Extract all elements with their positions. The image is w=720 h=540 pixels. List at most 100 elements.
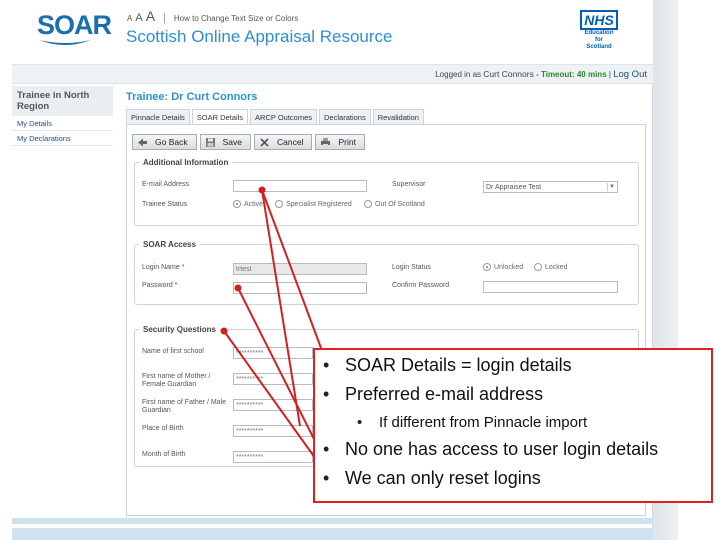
bullet-icon: •: [323, 439, 330, 459]
security-answer-field[interactable]: **********: [233, 451, 313, 463]
go-back-label: Go Back: [155, 137, 188, 147]
security-questions-legend: Security Questions: [143, 325, 216, 334]
login-name-label: Login Name *: [142, 264, 185, 271]
supervisor-select[interactable]: Dr Appraisee Test ▼: [483, 181, 618, 193]
status-radio-active[interactable]: Active: [233, 200, 263, 208]
print-button[interactable]: Print: [315, 134, 365, 150]
print-label: Print: [338, 137, 356, 147]
logged-in-as-label: Logged in as: [435, 70, 482, 79]
login-status-bar: Logged in as Curt Connors - Timeout: 40 …: [12, 64, 653, 84]
trainee-status-label: Trainee Status: [142, 201, 188, 208]
status-option-active: Active: [244, 200, 264, 208]
security-answer-field[interactable]: **********: [233, 399, 313, 411]
timeout-value: 40 mins: [576, 70, 607, 79]
soar-logo[interactable]: SOAR: [37, 10, 112, 41]
supervisor-selected-value: Dr Appraisee Test: [486, 184, 542, 191]
sidebar: Trainee in North Region My Details My De…: [12, 86, 113, 540]
timeout-label: - Timeout:: [536, 70, 575, 79]
security-question-label: Name of first school: [142, 348, 204, 355]
nhs-logo-line1: Education: [584, 30, 614, 36]
logo-swoosh-icon: [39, 40, 91, 45]
status-option-out-of-scotland: Out Of Scotland: [375, 200, 425, 208]
radio-icon: [534, 263, 542, 271]
login-status-option-locked: Locked: [545, 263, 568, 271]
password-label: Password *: [142, 282, 178, 289]
cancel-label: Cancel: [276, 137, 304, 147]
header-divider: |: [163, 12, 166, 24]
callout-bullet-2: • Preferred e-mail address: [323, 384, 543, 405]
callout-bullet-1: • SOAR Details = login details: [323, 355, 572, 376]
login-status-option-unlocked: Unlocked: [494, 263, 524, 271]
tab-soar-details[interactable]: SOAR Details: [191, 109, 249, 124]
tab-arcp-outcomes[interactable]: ARCP Outcomes: [250, 109, 318, 124]
logged-in-user: Curt Connors: [483, 69, 534, 79]
back-arrow-icon: [138, 138, 147, 146]
confirm-password-field[interactable]: [483, 281, 618, 293]
security-question-label: First name of Mother / Female Guardian: [142, 373, 211, 388]
bullet-icon: •: [323, 384, 330, 404]
callout-sub-bullet: • If different from Pinnacle import: [357, 414, 587, 431]
text-size-small-button[interactable]: A: [127, 14, 132, 23]
cancel-button[interactable]: Cancel: [253, 134, 313, 150]
tab-bar: Pinnacle Details SOAR Details ARCP Outco…: [126, 109, 426, 124]
login-name-field[interactable]: trtest: [233, 263, 367, 275]
login-status-radio-locked[interactable]: Locked: [534, 263, 568, 271]
confirm-password-label: Confirm Password: [392, 282, 450, 289]
footer-stripe: [12, 528, 653, 540]
go-back-button[interactable]: Go Back: [132, 134, 197, 150]
email-label: E-mail Address: [142, 181, 190, 188]
sidebar-region-title: Trainee in North Region: [12, 86, 113, 116]
stage: SOAR A A A | How to Change Text Size or Colo…: [0, 0, 720, 540]
login-status-radio-unlocked[interactable]: Unlocked: [483, 263, 523, 271]
callout-text: If different from Pinnacle import: [379, 414, 588, 431]
email-field[interactable]: [233, 180, 367, 192]
callout-text: We can only reset logins: [345, 468, 541, 488]
page-title: Trainee: Dr Curt Connors: [126, 91, 258, 103]
status-radio-out-of-scotland[interactable]: Out Of Scotland: [364, 200, 425, 208]
security-question-label: Month of Birth: [142, 451, 186, 458]
bullet-icon: •: [323, 468, 330, 488]
chevron-down-icon: ▼: [607, 183, 616, 191]
save-label: Save: [222, 137, 242, 147]
text-size-large-button[interactable]: A: [146, 8, 155, 24]
security-question-label: First name of Father / Male Guardian: [142, 399, 227, 414]
footer-stripe: [12, 518, 653, 524]
tab-pinnacle-details[interactable]: Pinnacle Details: [126, 109, 190, 124]
sidebar-item-my-declarations[interactable]: My Declarations: [12, 131, 113, 146]
login-bar-divider: |: [608, 70, 611, 79]
soar-access-legend: SOAR Access: [143, 240, 197, 249]
callout-text: No one has access to user login details: [345, 439, 659, 459]
text-size-controls: A A A | How to Change Text Size or Colors: [127, 8, 298, 24]
bullet-icon: •: [357, 414, 363, 431]
radio-selected-icon: [233, 200, 241, 208]
text-size-medium-button[interactable]: A: [135, 12, 142, 24]
login-info: Logged in as Curt Connors - Timeout: 40 …: [435, 69, 647, 80]
logout-link[interactable]: Log Out: [613, 69, 647, 80]
nhs-logo-mark: NHS: [580, 10, 618, 30]
callout-text: Preferred e-mail address: [345, 384, 544, 404]
sidebar-item-my-details[interactable]: My Details: [12, 116, 113, 131]
supervisor-label: Supervisor: [392, 181, 426, 188]
nhs-logo-line2: for: [595, 37, 603, 43]
security-question-label: Place of Birth: [142, 425, 184, 432]
nhs-logo-line3: Scotland: [586, 44, 612, 50]
save-button[interactable]: Save: [199, 134, 251, 150]
printer-icon: [321, 137, 331, 147]
status-radio-specialist-registered[interactable]: Specialist Registered: [275, 200, 352, 208]
soar-access-section: SOAR Access: [134, 240, 639, 305]
callout-text: SOAR Details = login details: [345, 355, 572, 375]
cancel-x-icon: [260, 137, 269, 147]
security-answer-field[interactable]: **********: [233, 347, 313, 359]
radio-icon: [275, 200, 283, 208]
text-size-help-link[interactable]: How to Change Text Size or Colors: [174, 14, 298, 23]
tab-revalidation[interactable]: Revalidation: [372, 109, 424, 124]
security-answer-field[interactable]: **********: [233, 373, 313, 385]
tab-declarations[interactable]: Declarations: [319, 109, 371, 124]
toolbar: Go Back Save Cancel Print: [132, 134, 368, 150]
security-answer-field[interactable]: **********: [233, 425, 313, 437]
save-disk-icon: [205, 137, 215, 147]
password-field[interactable]: [233, 282, 367, 294]
site-title: Scottish Online Appraisal Resource: [126, 27, 393, 46]
callout-bullet-3: • No one has access to user login details: [323, 439, 658, 460]
status-option-specialist-registered: Specialist Registered: [286, 200, 352, 208]
